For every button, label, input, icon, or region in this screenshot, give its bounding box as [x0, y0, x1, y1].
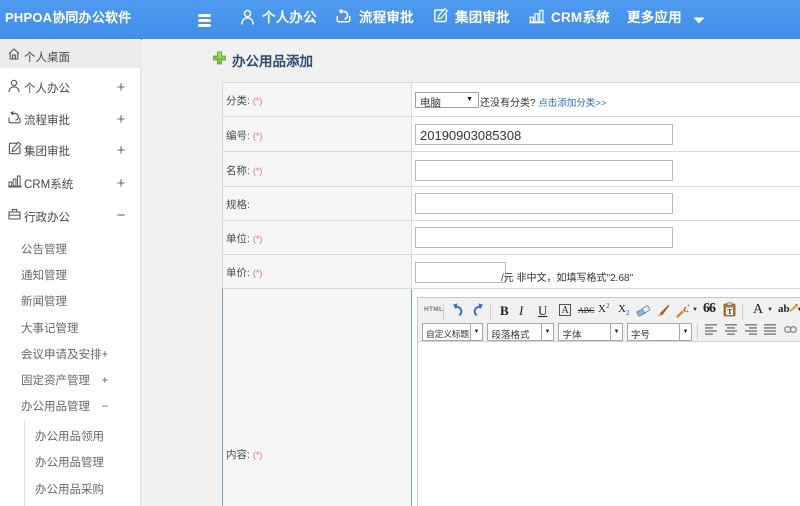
svg-text:T: T	[727, 307, 732, 316]
